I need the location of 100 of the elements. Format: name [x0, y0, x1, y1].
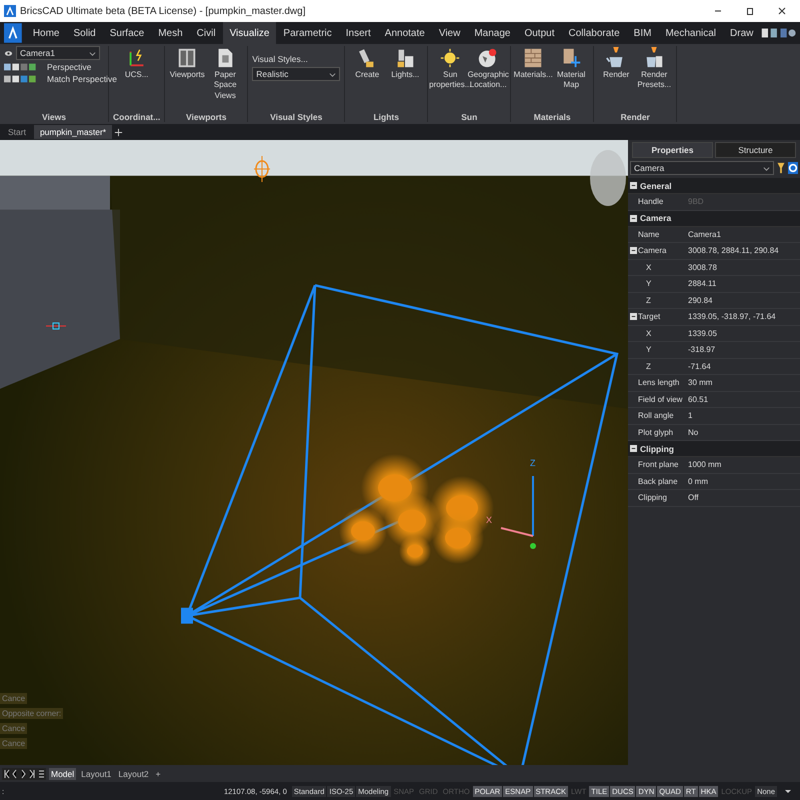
collapse-icon[interactable]: [630, 247, 636, 254]
perspective-button[interactable]: Perspective: [47, 62, 92, 72]
panel-tab[interactable]: Structure: [715, 142, 796, 158]
ribbon-button[interactable]: Lights...: [387, 46, 424, 80]
ribbon-button[interactable]: Material Map: [553, 46, 590, 91]
group-label: Render: [620, 112, 650, 122]
property-value[interactable]: 3008.78, 2884.11, 290.84: [688, 246, 800, 256]
document-tab[interactable]: pumpkin_master*: [34, 125, 112, 139]
property-value[interactable]: -318.97: [688, 345, 800, 354]
eye-icon[interactable]: [4, 48, 13, 58]
collapse-icon[interactable]: [630, 313, 636, 320]
axis-label: Z: [530, 458, 536, 468]
workspace-icons[interactable]: [760, 26, 796, 40]
layout-tab[interactable]: Layout1: [79, 768, 114, 780]
ribbon-tab[interactable]: Collaborate: [562, 22, 627, 44]
ribbon-tab[interactable]: Annotate: [378, 22, 432, 44]
target-marker-icon: [252, 154, 272, 184]
ribbon-button[interactable]: Materials...: [515, 46, 552, 91]
ribbon-tab[interactable]: Output: [517, 22, 562, 44]
property-name: Target: [638, 312, 662, 322]
restore-icon[interactable]: [745, 6, 755, 16]
ribbon-button[interactable]: Render Presets...: [636, 46, 672, 91]
ribbon-button[interactable]: Create: [349, 46, 386, 80]
ribbon-tab[interactable]: Solid: [66, 22, 103, 44]
sun-icon: [439, 46, 462, 70]
property-name: Camera: [638, 246, 668, 256]
caret-icon[interactable]: [763, 164, 770, 172]
entity-dropdown[interactable]: Camera: [630, 161, 774, 175]
ribbon-button[interactable]: Viewports: [169, 46, 206, 102]
add-layout-button[interactable]: +: [154, 768, 163, 780]
select-objects-icon[interactable]: [788, 162, 798, 174]
property-name: Clipping: [638, 493, 668, 502]
ribbon-tab[interactable]: Mesh: [151, 22, 190, 44]
property-value[interactable]: Off: [688, 493, 800, 502]
ribbon-tab[interactable]: Civil: [190, 22, 223, 44]
ribbon-button[interactable]: Paper Space Views: [207, 46, 244, 102]
app-menu-icon[interactable]: [4, 22, 22, 44]
collapse-icon[interactable]: [630, 182, 637, 189]
ribbon-button[interactable]: Sun properties...: [432, 46, 468, 91]
ribbon-tab[interactable]: Draw: [723, 22, 760, 44]
ribbon-button[interactable]: Render: [598, 46, 634, 91]
visual-style-dropdown[interactable]: Realistic: [252, 67, 340, 81]
section-header: Clipping: [640, 444, 674, 454]
layout-tab[interactable]: Model: [49, 768, 76, 780]
ribbon-tab[interactable]: Manage: [467, 22, 518, 44]
ribbon-button[interactable]: Geographic Location...: [470, 46, 506, 91]
property-name: Front plane: [638, 460, 680, 470]
group-label: Coordinat...: [113, 112, 160, 122]
document-tab[interactable]: Start: [2, 125, 32, 139]
ribbon-tab[interactable]: BIM: [626, 22, 658, 44]
property-value[interactable]: 1339.05, -318.97, -71.64: [688, 312, 800, 322]
layout-tab[interactable]: Layout2: [116, 768, 151, 780]
ribbon-tab[interactable]: Surface: [102, 22, 152, 44]
property-name: Roll angle: [638, 411, 675, 420]
ribbon-tab[interactable]: Home: [26, 22, 66, 44]
property-value[interactable]: 30 mm: [688, 378, 800, 388]
property-name: Y: [645, 279, 652, 288]
visual-styles-link[interactable]: Visual Styles...: [252, 54, 340, 64]
property-name: Lens length: [638, 378, 680, 388]
filter-icon[interactable]: [776, 162, 786, 174]
property-value[interactable]: 290.84: [688, 296, 800, 305]
ribbon-tab[interactable]: Visualize: [222, 22, 276, 44]
property-value[interactable]: -71.64: [688, 362, 800, 371]
menu-icon[interactable]: [784, 787, 792, 795]
property-name: Z: [645, 296, 652, 305]
property-value[interactable]: 2884.11: [688, 279, 800, 288]
ribbon-tab[interactable]: View: [432, 22, 468, 44]
property-value[interactable]: 3008.78: [688, 262, 800, 272]
property-value[interactable]: No: [688, 428, 800, 437]
property-value[interactable]: Camera1: [688, 230, 800, 239]
group-label: Sun: [461, 112, 478, 122]
property-name: X: [645, 262, 652, 272]
panel-tab[interactable]: Properties: [632, 142, 713, 158]
navigation-wheel-icon[interactable]: [588, 148, 628, 208]
brick-icon: [522, 46, 544, 70]
ribbon-tab[interactable]: Insert: [338, 22, 378, 44]
property-value[interactable]: 1: [688, 411, 800, 420]
property-value[interactable]: 0 mm: [688, 476, 800, 486]
property-name: Plot glyph: [638, 428, 674, 437]
caret-icon[interactable]: [89, 50, 96, 56]
ribbon-tab[interactable]: Mechanical: [658, 22, 724, 44]
add-tab-icon[interactable]: [114, 128, 124, 136]
property-value[interactable]: 60.51: [688, 394, 800, 404]
ribbon-button[interactable]: UCS...: [118, 46, 155, 80]
ribbon-tab[interactable]: Parametric: [276, 22, 339, 44]
section-header: General: [640, 180, 672, 190]
camera-dropdown[interactable]: Camera1: [16, 46, 100, 60]
collapse-icon[interactable]: [630, 214, 637, 222]
match-perspective-button[interactable]: Match Perspective: [47, 74, 117, 84]
close-icon[interactable]: [777, 6, 787, 16]
property-name: Y: [645, 345, 652, 354]
property-name: Z: [645, 362, 652, 371]
property-value[interactable]: 1339.05: [688, 328, 800, 338]
group-label: Visual Styles: [270, 112, 322, 122]
layout-navigation-icons[interactable]: [2, 768, 46, 780]
property-value[interactable]: 1000 mm: [688, 460, 800, 470]
caret-icon[interactable]: [329, 70, 336, 78]
section-header: Camera: [640, 213, 672, 223]
collapse-icon[interactable]: [630, 445, 637, 452]
property-name: Back plane: [638, 476, 679, 486]
